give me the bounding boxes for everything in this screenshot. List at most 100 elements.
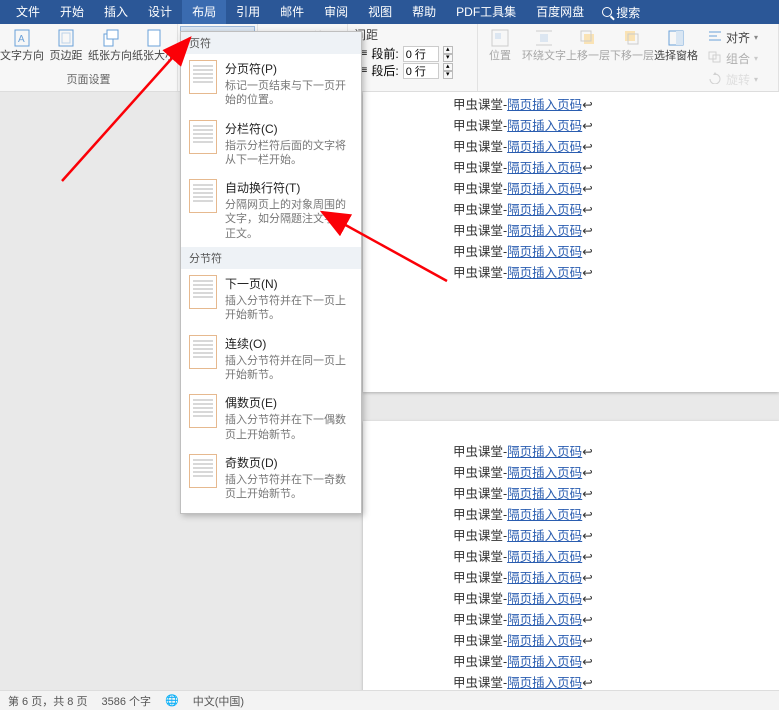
- spacing-after-spinner[interactable]: ▴▾: [443, 63, 453, 79]
- doc-line-prefix: 甲虫课堂-: [453, 592, 507, 606]
- dropdown-item-title: 下一页(N): [225, 275, 353, 292]
- doc-line-link[interactable]: 隔页插入页码: [507, 266, 582, 280]
- doc-line-link[interactable]: 隔页插入页码: [507, 529, 582, 543]
- menu-pdf-tools[interactable]: PDF工具集: [446, 0, 526, 24]
- menu-help[interactable]: 帮助: [402, 0, 446, 24]
- dropdown-item-desc: 插入分节符并在同一页上开始新节。: [225, 354, 353, 383]
- dropdown-item-desc: 插入分节符并在下一奇数页上开始新节。: [225, 473, 353, 502]
- menu-review[interactable]: 审阅: [314, 0, 358, 24]
- document-line: 甲虫课堂-隔页插入页码↩: [363, 546, 779, 567]
- menu-view[interactable]: 视图: [358, 0, 402, 24]
- document-line: 甲虫课堂-隔页插入页码↩: [363, 525, 779, 546]
- forward-icon: [578, 28, 598, 48]
- dropdown-thumb-icon: [189, 60, 217, 94]
- menu-file[interactable]: 文件: [6, 0, 50, 24]
- doc-line-link[interactable]: 隔页插入页码: [507, 119, 582, 133]
- margins-button[interactable]: 页边距: [44, 26, 88, 69]
- document-line: 甲虫课堂-隔页插入页码↩: [363, 115, 779, 136]
- ribbon-group-spacing: 间距 ‡≡ 段前: ▴▾ ‡≡ 段后: ▴▾ .: [348, 24, 478, 91]
- menu-design[interactable]: 设计: [138, 0, 182, 24]
- document-line: 甲虫课堂-隔页插入页码↩: [363, 567, 779, 588]
- spacing-before: ‡≡ 段前: ▴▾: [352, 45, 473, 62]
- doc-line-link[interactable]: 隔页插入页码: [507, 613, 582, 627]
- doc-line-link[interactable]: 隔页插入页码: [507, 98, 582, 112]
- dropdown-thumb-icon: [189, 335, 217, 369]
- doc-line-link[interactable]: 隔页插入页码: [507, 182, 582, 196]
- selection-pane-icon: [666, 28, 686, 48]
- dropdown-thumb-icon: [189, 179, 217, 213]
- search-label: 搜索: [616, 4, 640, 21]
- document-line: 甲虫课堂-隔页插入页码↩: [363, 588, 779, 609]
- doc-line-prefix: 甲虫课堂-: [453, 487, 507, 501]
- doc-line-link[interactable]: 隔页插入页码: [507, 487, 582, 501]
- doc-line-link[interactable]: 隔页插入页码: [507, 508, 582, 522]
- ribbon: A 文字方向 页边距 纸张方向 纸张大小: [0, 24, 779, 92]
- dropdown-item-page-1[interactable]: 分栏符(C) 指示分栏符后面的文字将从下一栏开始。: [181, 114, 361, 174]
- doc-line-prefix: 甲虫课堂-: [453, 266, 507, 280]
- svg-text:A: A: [18, 34, 25, 45]
- selection-pane-button[interactable]: 选择窗格: [654, 26, 698, 89]
- dropdown-item-section-0[interactable]: 下一页(N) 插入分节符并在下一页上开始新节。: [181, 269, 361, 329]
- position-icon: [490, 28, 510, 48]
- document-line: 甲虫课堂-隔页插入页码↩: [363, 609, 779, 630]
- dropdown-item-section-2[interactable]: 偶数页(E) 插入分节符并在下一偶数页上开始新节。: [181, 388, 361, 448]
- menu-baidu-netdisk[interactable]: 百度网盘: [526, 0, 594, 24]
- dropdown-thumb-icon: [189, 454, 217, 488]
- status-page[interactable]: 第 6 页，共 8 页: [8, 693, 87, 709]
- align-button[interactable]: 对齐▾: [702, 28, 764, 47]
- doc-line-prefix: 甲虫课堂-: [453, 445, 507, 459]
- dropdown-item-section-3[interactable]: 奇数页(D) 插入分节符并在下一奇数页上开始新节。: [181, 448, 361, 508]
- doc-line-link[interactable]: 隔页插入页码: [507, 655, 582, 669]
- menu-layout[interactable]: 布局: [182, 0, 226, 24]
- spacing-after-label: 段后:: [371, 62, 398, 79]
- spacing-before-spinner[interactable]: ▴▾: [443, 46, 453, 62]
- document-line: 甲虫课堂-隔页插入页码↩: [363, 220, 779, 241]
- dropdown-thumb-icon: [189, 394, 217, 428]
- status-lang-icon: 🌐: [165, 694, 179, 707]
- doc-line-link[interactable]: 隔页插入页码: [507, 466, 582, 480]
- doc-line-prefix: 甲虫课堂-: [453, 140, 507, 154]
- menu-insert[interactable]: 插入: [94, 0, 138, 24]
- spacing-label: 间距: [352, 26, 473, 45]
- doc-line-link[interactable]: 隔页插入页码: [507, 592, 582, 606]
- status-words[interactable]: 3586 个字: [101, 693, 151, 709]
- doc-line-prefix: 甲虫课堂-: [453, 508, 507, 522]
- doc-line-link[interactable]: 隔页插入页码: [507, 634, 582, 648]
- dropdown-section-section-breaks: 分节符: [181, 247, 361, 269]
- dropdown-item-section-1[interactable]: 连续(O) 插入分节符并在同一页上开始新节。: [181, 329, 361, 389]
- doc-line-link[interactable]: 隔页插入页码: [507, 676, 582, 690]
- menu-home[interactable]: 开始: [50, 0, 94, 24]
- dropdown-item-page-0[interactable]: 分页符(P) 标记一页结束与下一页开始的位置。: [181, 54, 361, 114]
- orientation-button[interactable]: 纸张方向: [88, 26, 132, 69]
- doc-line-link[interactable]: 隔页插入页码: [507, 161, 582, 175]
- doc-line-link[interactable]: 隔页插入页码: [507, 203, 582, 217]
- document-line: 甲虫课堂-隔页插入页码↩: [363, 504, 779, 525]
- dropdown-item-page-2[interactable]: 自动换行符(T) 分隔网页上的对象周围的文字，如分隔题注文字与正文。: [181, 173, 361, 247]
- document-line: 甲虫课堂-隔页插入页码↩: [363, 651, 779, 672]
- doc-line-link[interactable]: 隔页插入页码: [507, 245, 582, 259]
- doc-line-link[interactable]: 隔页插入页码: [507, 445, 582, 459]
- doc-line-link[interactable]: 隔页插入页码: [507, 550, 582, 564]
- document-line: 甲虫课堂-隔页插入页码↩: [363, 462, 779, 483]
- menu-mailings[interactable]: 邮件: [270, 0, 314, 24]
- document-line: 甲虫课堂-隔页插入页码↩: [363, 178, 779, 199]
- doc-line-link[interactable]: 隔页插入页码: [507, 571, 582, 585]
- dropdown-item-desc: 分隔网页上的对象周围的文字，如分隔题注文字与正文。: [225, 198, 353, 241]
- dropdown-item-title: 分栏符(C): [225, 120, 353, 137]
- menu-references[interactable]: 引用: [226, 0, 270, 24]
- size-button[interactable]: 纸张大小: [132, 26, 176, 69]
- text-direction-button[interactable]: A 文字方向: [0, 26, 44, 69]
- spacing-before-input[interactable]: [403, 46, 439, 62]
- send-backward-button: 下移一层: [610, 26, 654, 89]
- doc-line-link[interactable]: 隔页插入页码: [507, 224, 582, 238]
- rotate-button: 旋转▾: [702, 70, 764, 89]
- search-box[interactable]: 搜索: [594, 4, 648, 21]
- document-area[interactable]: 甲虫课堂-隔页插入页码↩ 甲虫课堂-隔页插入页码↩ 甲虫课堂-隔页插入页码↩ 甲…: [0, 92, 779, 690]
- status-bar: 第 6 页，共 8 页 3586 个字 🌐 中文(中国): [0, 690, 779, 710]
- document-line: 甲虫课堂-隔页插入页码↩: [363, 241, 779, 262]
- doc-line-link[interactable]: 隔页插入页码: [507, 140, 582, 154]
- spacing-after-input[interactable]: [403, 63, 439, 79]
- status-language[interactable]: 中文(中国): [193, 693, 244, 709]
- dropdown-section-page-breaks: 页符: [181, 32, 361, 54]
- document-line: 甲虫课堂-隔页插入页码↩: [363, 262, 779, 283]
